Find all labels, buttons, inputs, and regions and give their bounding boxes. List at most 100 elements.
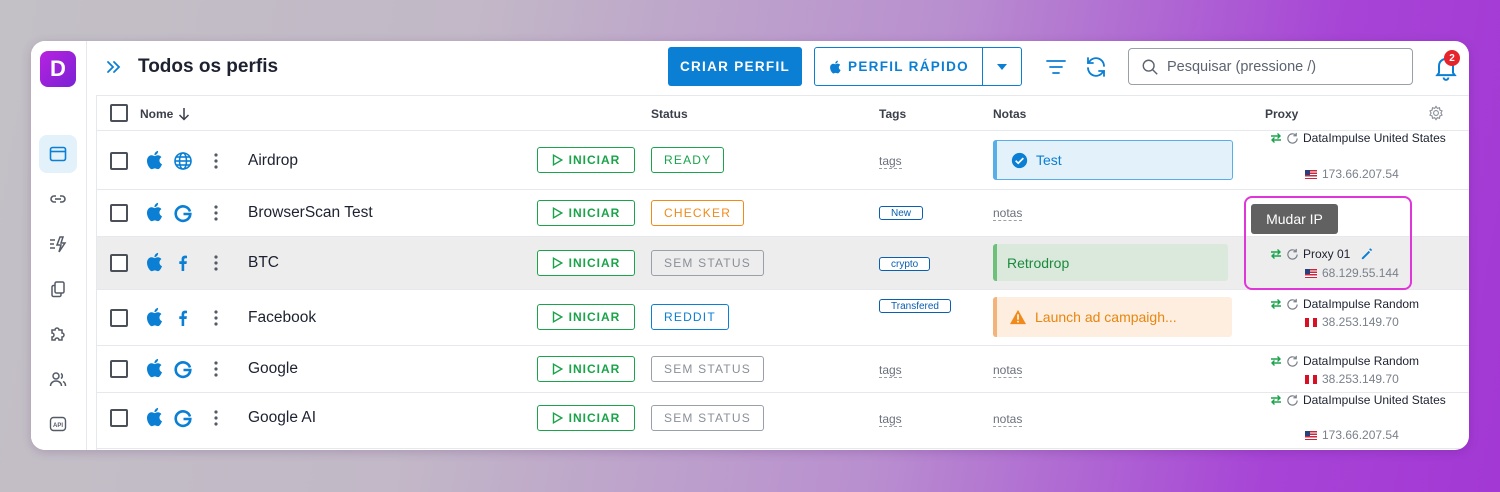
start-button[interactable]: INICIAR <box>537 356 635 382</box>
row-checkbox[interactable] <box>110 204 128 222</box>
double-chevron-right-icon[interactable] <box>104 57 124 77</box>
kebab-menu-icon[interactable] <box>213 153 219 169</box>
note-card[interactable]: Launch ad campaigh... <box>993 297 1232 337</box>
apple-icon <box>147 358 162 378</box>
table-row[interactable]: Airdrop INICIAR READY tags Test DataImpu… <box>97 131 1469 190</box>
play-icon <box>552 207 563 219</box>
table-row[interactable]: Google AI INICIAR SEM STATUS tags notas … <box>97 393 1469 449</box>
kebab-menu-icon[interactable] <box>213 410 219 426</box>
apple-icon <box>147 150 162 170</box>
search-input[interactable] <box>1167 58 1397 75</box>
swap-arrows-icon[interactable] <box>1270 132 1282 144</box>
sidebar-item-extensions[interactable] <box>39 315 77 353</box>
warning-icon <box>1010 309 1026 325</box>
start-button[interactable]: INICIAR <box>537 304 635 330</box>
profile-name[interactable]: BrowserScan Test <box>248 204 373 222</box>
select-all-checkbox[interactable] <box>110 104 128 122</box>
create-profile-button[interactable]: CRIAR PERFIL <box>668 47 802 86</box>
us-flag-icon <box>1305 169 1317 179</box>
tags-placeholder[interactable]: tags <box>879 154 902 169</box>
automation-icon <box>50 236 67 253</box>
profile-name[interactable]: BTC <box>248 254 279 272</box>
profile-name[interactable]: Airdrop <box>248 152 298 170</box>
apple-icon <box>147 202 162 222</box>
sidebar-item-links[interactable] <box>39 180 77 218</box>
profile-name[interactable]: Google <box>248 360 298 378</box>
rotate-ip-icon[interactable] <box>1286 298 1299 311</box>
kebab-menu-icon[interactable] <box>213 310 219 326</box>
sidebar-item-api[interactable]: API <box>39 405 77 443</box>
tags-placeholder[interactable]: tags <box>879 412 902 427</box>
column-settings-gear-icon[interactable] <box>1428 105 1444 121</box>
swap-arrows-icon[interactable] <box>1270 298 1282 310</box>
caret-down-icon <box>997 63 1007 70</box>
sort-arrow-down-icon[interactable] <box>178 107 190 121</box>
notes-placeholder[interactable]: notas <box>993 363 1023 378</box>
proxy-info[interactable]: DataImpulse United States <box>1270 131 1446 145</box>
start-button[interactable]: INICIAR <box>537 200 635 226</box>
note-card[interactable]: Retrodrop <box>993 244 1228 281</box>
highlight-frame <box>1244 196 1412 290</box>
quick-profile-button-group: PERFIL RÁPIDO <box>814 47 1022 86</box>
sidebar-item-automation[interactable] <box>39 225 77 263</box>
tag-pill[interactable]: Transfered <box>879 299 951 313</box>
rotate-ip-icon[interactable] <box>1286 394 1299 407</box>
row-checkbox[interactable] <box>110 360 128 378</box>
kebab-menu-icon[interactable] <box>213 205 219 221</box>
filter-icon[interactable] <box>1044 55 1068 79</box>
play-icon <box>552 363 563 375</box>
apple-icon <box>147 307 162 327</box>
proxy-info[interactable]: DataImpulse Random <box>1270 297 1419 311</box>
table-row[interactable]: Google INICIAR SEM STATUS tags notas Dat… <box>97 346 1469 393</box>
kebab-menu-icon[interactable] <box>213 255 219 271</box>
link-icon <box>50 195 66 203</box>
status-badge[interactable]: CHECKER <box>651 200 745 226</box>
proxy-info[interactable]: DataImpulse United States <box>1270 393 1446 407</box>
row-checkbox[interactable] <box>110 309 128 327</box>
profile-name[interactable]: Facebook <box>248 309 316 327</box>
quick-profile-button[interactable]: PERFIL RÁPIDO <box>815 48 983 85</box>
status-badge[interactable]: SEM STATUS <box>651 356 764 382</box>
column-tags: Tags <box>879 107 907 121</box>
globe-icon <box>174 152 192 170</box>
notes-placeholder[interactable]: notas <box>993 412 1023 427</box>
swap-arrows-icon[interactable] <box>1270 394 1282 406</box>
notes-placeholder[interactable]: notas <box>993 206 1023 221</box>
profile-name[interactable]: Google AI <box>248 409 316 427</box>
rotate-ip-icon[interactable] <box>1286 132 1299 145</box>
swap-arrows-icon[interactable] <box>1270 355 1282 367</box>
page-title: Todos os perfis <box>138 56 279 77</box>
proxy-info[interactable]: DataImpulse Random <box>1270 354 1419 368</box>
sidebar-item-profiles[interactable] <box>39 135 77 173</box>
tag-pill[interactable]: New <box>879 206 924 220</box>
row-checkbox[interactable] <box>110 254 128 272</box>
peru-flag-icon <box>1305 317 1317 327</box>
tag-pill[interactable]: crypto <box>879 257 931 271</box>
note-card[interactable]: Test <box>993 140 1233 180</box>
search-box <box>1128 48 1413 85</box>
row-checkbox[interactable] <box>110 152 128 170</box>
play-icon <box>552 412 563 424</box>
tags-placeholder[interactable]: tags <box>879 363 902 378</box>
sidebar-item-clone[interactable] <box>39 270 77 308</box>
row-checkbox[interactable] <box>110 409 128 427</box>
kebab-menu-icon[interactable] <box>213 361 219 377</box>
table-row[interactable]: Facebook INICIAR REDDIT Transfered Launc… <box>97 290 1469 346</box>
quick-profile-dropdown[interactable] <box>983 48 1021 85</box>
play-icon <box>552 311 563 323</box>
status-badge[interactable]: SEM STATUS <box>651 250 764 276</box>
column-notes: Notas <box>993 107 1027 121</box>
refresh-icon[interactable] <box>1084 55 1108 79</box>
status-badge[interactable]: SEM STATUS <box>651 405 764 431</box>
start-button[interactable]: INICIAR <box>537 405 635 431</box>
column-status: Status <box>651 107 688 121</box>
status-badge[interactable]: REDDIT <box>651 304 729 330</box>
app-logo[interactable]: D <box>40 51 76 87</box>
start-button[interactable]: INICIAR <box>537 250 635 276</box>
start-button[interactable]: INICIAR <box>537 147 635 173</box>
rotate-ip-icon[interactable] <box>1286 355 1299 368</box>
column-name[interactable]: Nome <box>140 107 173 121</box>
proxy-ip: 173.66.207.54 <box>1305 167 1399 181</box>
sidebar-item-team[interactable] <box>39 360 77 398</box>
status-badge[interactable]: READY <box>651 147 725 173</box>
